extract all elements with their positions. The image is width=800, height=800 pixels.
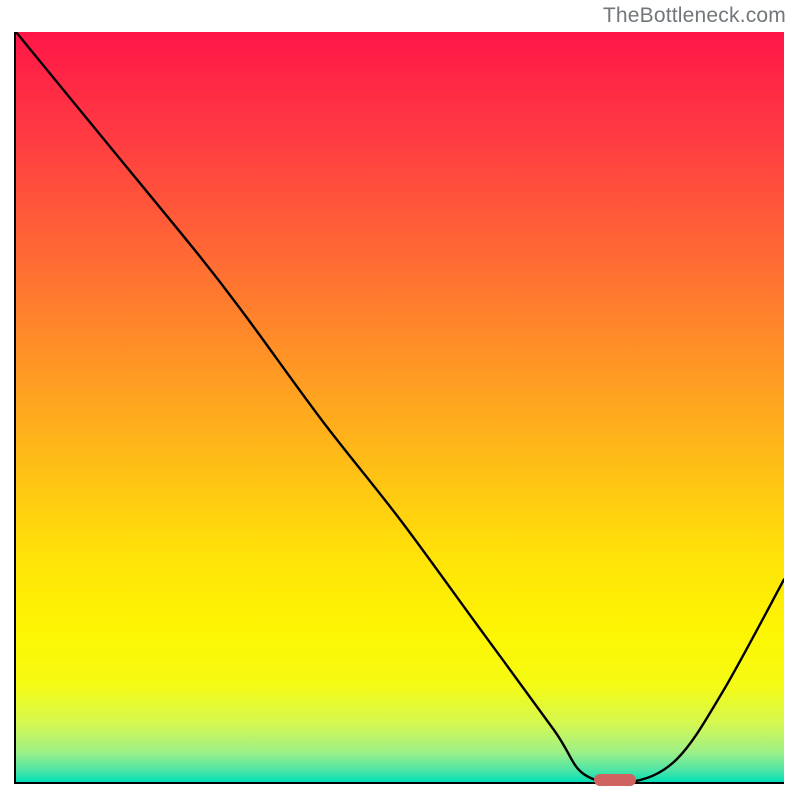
chart-axes [14, 32, 784, 784]
optimal-marker [594, 774, 636, 786]
watermark-text: TheBottleneck.com [603, 4, 786, 28]
